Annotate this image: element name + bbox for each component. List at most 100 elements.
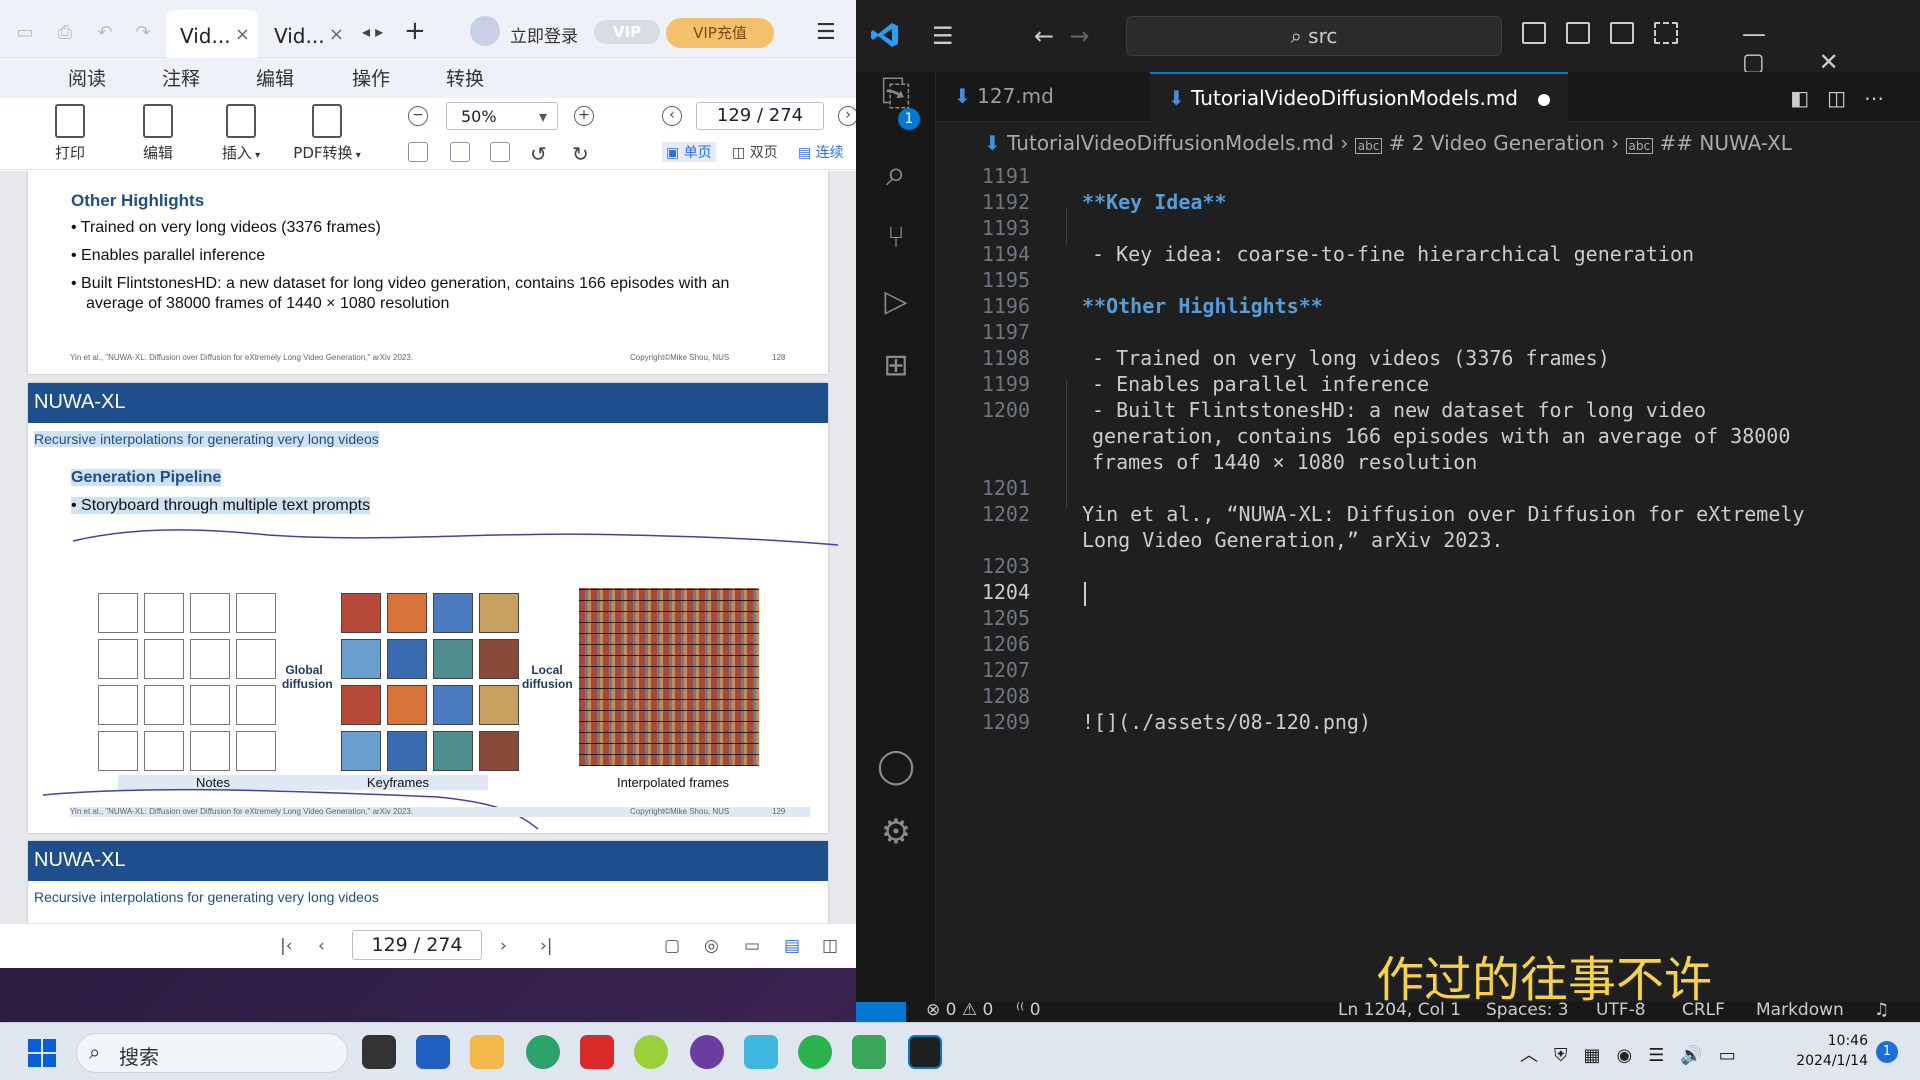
code-line[interactable]: Yin et al., “NUWA-XL: Diffusion over Dif… [1082,502,1804,526]
menu-read[interactable]: 阅读 [68,64,106,91]
toggle-sidebar-icon[interactable] [1522,22,1546,44]
pdf-convert-button[interactable]: PDF转换 ▾ [290,104,364,163]
vscode-taskbar-icon[interactable] [908,1035,942,1069]
next-page-icon[interactable]: › [500,936,507,956]
menu-operate[interactable]: 操作 [352,64,390,91]
zoom-in-icon[interactable]: + [574,106,594,126]
close-icon[interactable]: × [235,24,250,45]
insert-button[interactable]: 插入 ▾ [218,104,264,163]
taskbar-search[interactable]: ⌕ 搜索 [76,1033,348,1073]
fit-width-icon[interactable]: ▭ [744,936,760,956]
avatar[interactable] [470,16,500,46]
pdf-tab-2[interactable]: Vid... × [260,10,352,58]
single-page-icon[interactable]: ▤ [784,936,800,956]
windows-start-icon[interactable] [28,1039,56,1067]
menu-convert[interactable]: 转换 [446,64,484,91]
app-icon[interactable] [744,1035,778,1069]
prev-page-icon[interactable]: ‹ [662,106,682,126]
view-continuous[interactable]: ▤ 连续 [798,142,844,162]
actual-size-icon[interactable]: ▢ [664,936,680,956]
code-line[interactable]: **Key Idea** [1082,190,1227,214]
pdf-document-view[interactable]: Other Highlights • Trained on very long … [0,171,856,923]
tab-127-md[interactable]: ⬇ 127.md [936,72,1150,122]
edit-button[interactable]: 编辑 [138,104,178,163]
save-icon[interactable]: ▭ [14,22,36,44]
new-tab-icon[interactable]: + [404,16,426,46]
cursor-position[interactable]: Ln 1204, Col 1 [1338,1000,1461,1020]
gear-icon[interactable]: ⚙ [874,810,918,854]
print-quick-icon[interactable]: ⎙ [54,22,76,44]
account-icon[interactable]: ◯ [874,744,918,788]
breadcrumb-file[interactable]: TutorialVideoDiffusionModels.md [1007,131,1334,155]
toggle-panel-icon[interactable] [1566,22,1590,44]
menu-annotate[interactable]: 注释 [162,64,200,91]
undo-icon[interactable]: ↶ [94,22,116,44]
print-button[interactable]: 打印 [50,104,90,163]
edge-icon[interactable] [526,1035,560,1069]
editor-actions[interactable]: ◧◫⋯ [1790,86,1902,110]
page-number-input[interactable]: 129 / 274 [352,930,482,960]
menu-icon[interactable]: ☰ [816,20,836,45]
zoom-select[interactable]: 50% ▾ [446,102,558,130]
code-line[interactable]: - Enables parallel inference [1092,372,1429,396]
clock[interactable]: 10:46 2024/1/14 [1796,1031,1868,1071]
window-controls[interactable]: —▢✕ [1742,20,1920,76]
fit-width-icon[interactable] [490,142,510,162]
tab-scroll-arrows-icon[interactable]: ◂ ▸ [362,22,383,41]
language-mode[interactable]: Markdown [1756,1000,1844,1020]
first-page-icon[interactable]: |‹ [280,936,293,956]
prev-page-icon[interactable]: ‹ [318,936,325,956]
last-page-icon[interactable]: ›| [540,936,553,956]
pdf-tab-1[interactable]: Vid... × [166,10,258,58]
encoding[interactable]: UTF-8 [1596,1000,1646,1020]
breadcrumb-subsection[interactable]: ## NUWA-XL [1659,131,1791,155]
tab-tutorial-md[interactable]: ⬇ TutorialVideoDiffusionModels.md [1150,72,1568,122]
app-icon[interactable] [690,1035,724,1069]
customize-layout-icon[interactable] [1654,22,1678,44]
rotate-left-icon[interactable]: ↺ [530,142,547,166]
indentation[interactable]: Spaces: 3 [1486,1000,1569,1020]
fit-page-icon[interactable] [450,142,470,162]
toggle-secondary-sidebar-icon[interactable] [1610,22,1634,44]
search-icon[interactable]: ⌕ [874,152,918,196]
next-page-icon[interactable]: › [838,106,856,126]
code-line[interactable]: ![](./assets/08-120.png) [1082,710,1371,734]
source-control-icon[interactable]: ⑂ [874,216,918,260]
redo-icon[interactable]: ↷ [132,22,154,44]
file-explorer-icon[interactable] [470,1035,504,1069]
menu-edit[interactable]: 编辑 [256,64,294,91]
fit-page-icon[interactable]: ◎ [704,936,719,956]
code-line[interactable]: - Built FlintstonesHD: a new dataset for… [1092,398,1706,422]
task-view-icon[interactable] [362,1035,396,1069]
actual-size-icon[interactable] [408,142,428,162]
view-double-page[interactable]: ◫ 双页 [732,142,778,162]
view-single-page[interactable]: ▣ 单页 [662,142,716,162]
code-line[interactable]: Long Video Generation,” arXiv 2023. [1082,528,1503,552]
wechat-icon[interactable] [798,1035,832,1069]
extensions-icon[interactable]: ⊞ [874,344,918,388]
end-of-line[interactable]: CRLF [1682,1000,1725,1020]
close-icon[interactable]: × [329,24,344,45]
unsaved-dot-icon[interactable] [1538,94,1550,106]
rotate-right-icon[interactable]: ↻ [572,142,589,166]
double-page-icon[interactable]: ◫ [822,936,838,956]
zoom-out-icon[interactable]: − [408,106,428,126]
store-icon[interactable] [416,1035,450,1069]
vip-badge[interactable]: VIP [594,20,660,44]
command-center[interactable]: ⌕ src [1126,16,1502,56]
breadcrumb-section[interactable]: # 2 Video Generation [1389,131,1605,155]
run-debug-icon[interactable]: ▷ [874,280,918,324]
login-link[interactable]: 立即登录 [510,22,578,47]
remote-desktop-icon[interactable] [852,1035,886,1069]
problems-indicator[interactable]: ⊗ 0 ⚠ 0 [926,1000,993,1020]
vip-recharge-button[interactable]: VIP充值 [666,18,774,48]
menu-icon[interactable]: ☰ [932,22,954,50]
code-line[interactable]: **Other Highlights** [1082,294,1323,318]
page-number-input[interactable]: 129 / 274 [696,102,824,130]
system-tray[interactable]: ︿⛨▦◉☰🔊▭ [1520,1041,1752,1067]
code-line[interactable]: generation, contains 166 episodes with a… [1092,424,1790,448]
editor-text-area[interactable]: 1191 1192 **Key Idea** 1193 1194 - Key idea: … [936,164,1920,1010]
remote-indicator[interactable] [856,1002,906,1022]
bell-icon[interactable]: ♫ [1874,1000,1889,1020]
wps-icon[interactable] [580,1035,614,1069]
